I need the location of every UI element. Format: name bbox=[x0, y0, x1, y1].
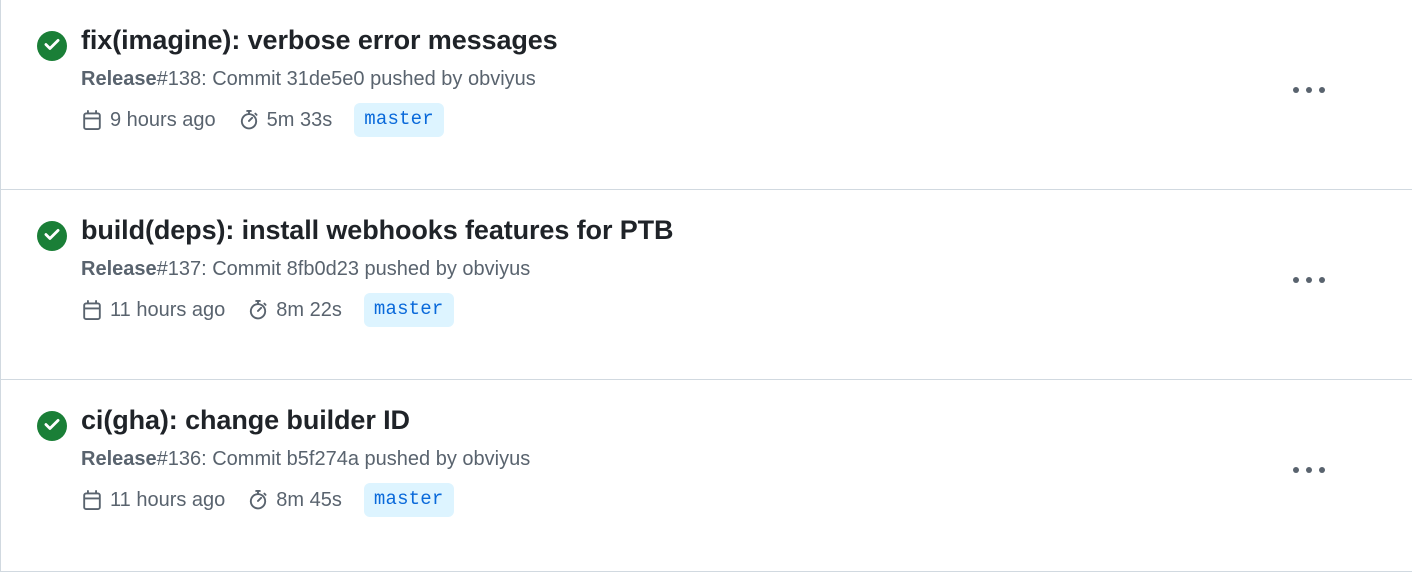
run-stats: 11 hours ago 8m 45s master bbox=[81, 483, 1388, 517]
run-title[interactable]: ci(gha): change builder ID bbox=[81, 402, 1388, 438]
run-stats: 11 hours ago 8m 22s master bbox=[81, 293, 1388, 327]
calendar-icon bbox=[81, 489, 103, 511]
run-meta: Release#137: Commit 8fb0d23 pushed by ob… bbox=[81, 256, 1388, 283]
run-time-ago: 9 hours ago bbox=[81, 107, 216, 133]
run-title[interactable]: fix(imagine): verbose error messages bbox=[81, 22, 1388, 58]
run-duration: 8m 45s bbox=[247, 487, 342, 513]
run-meta-detail: #138: Commit 31de5e0 pushed by obviyus bbox=[156, 68, 536, 90]
run-body: ci(gha): change builder ID Release#136: … bbox=[81, 402, 1388, 517]
kebab-horizontal-icon bbox=[1293, 87, 1325, 93]
run-workflow-name: Release bbox=[81, 68, 157, 90]
run-duration-text: 8m 22s bbox=[276, 299, 342, 321]
check-circle-fill-icon bbox=[37, 221, 67, 251]
workflow-run-row[interactable]: build(deps): install webhooks features f… bbox=[1, 190, 1412, 380]
run-time-ago-text: 11 hours ago bbox=[110, 489, 226, 511]
stopwatch-icon bbox=[247, 299, 269, 321]
run-meta: Release#138: Commit 31de5e0 pushed by ob… bbox=[81, 66, 1388, 93]
run-duration-text: 8m 45s bbox=[276, 489, 342, 511]
workflow-run-row[interactable]: ci(gha): change builder ID Release#136: … bbox=[1, 380, 1412, 571]
run-options-button[interactable] bbox=[1286, 450, 1332, 490]
run-time-ago: 11 hours ago bbox=[81, 487, 225, 513]
run-time-ago-text: 11 hours ago bbox=[110, 299, 226, 321]
run-meta-detail: #137: Commit 8fb0d23 pushed by obviyus bbox=[156, 258, 531, 280]
stopwatch-icon bbox=[238, 109, 260, 131]
kebab-horizontal-icon bbox=[1293, 277, 1325, 283]
run-time-ago-text: 9 hours ago bbox=[110, 109, 216, 131]
run-duration: 8m 22s bbox=[247, 297, 342, 323]
calendar-icon bbox=[81, 109, 103, 131]
check-circle-fill-icon bbox=[37, 31, 67, 61]
run-stats: 9 hours ago 5m 33s master bbox=[81, 103, 1388, 137]
kebab-horizontal-icon bbox=[1293, 467, 1325, 473]
run-body: build(deps): install webhooks features f… bbox=[81, 212, 1388, 327]
branch-badge[interactable]: master bbox=[354, 103, 444, 137]
run-meta-detail: #136: Commit b5f274a pushed by obviyus bbox=[156, 448, 531, 470]
run-options-button[interactable] bbox=[1286, 70, 1332, 110]
branch-badge[interactable]: master bbox=[363, 293, 454, 327]
run-duration: 5m 33s bbox=[238, 107, 333, 133]
check-circle-fill-icon bbox=[37, 411, 67, 441]
stopwatch-icon bbox=[247, 489, 269, 511]
run-workflow-name: Release bbox=[81, 258, 157, 280]
run-workflow-name: Release bbox=[81, 448, 157, 470]
run-title[interactable]: build(deps): install webhooks features f… bbox=[81, 212, 1388, 248]
calendar-icon bbox=[81, 299, 103, 321]
workflow-run-row[interactable]: fix(imagine): verbose error messages Rel… bbox=[1, 0, 1412, 190]
run-options-button[interactable] bbox=[1286, 260, 1332, 300]
run-duration-text: 5m 33s bbox=[266, 109, 333, 131]
branch-badge[interactable]: master bbox=[363, 483, 454, 517]
run-body: fix(imagine): verbose error messages Rel… bbox=[81, 22, 1388, 137]
run-meta: Release#136: Commit b5f274a pushed by ob… bbox=[81, 446, 1388, 473]
workflow-runs-list: fix(imagine): verbose error messages Rel… bbox=[0, 0, 1412, 572]
run-time-ago: 11 hours ago bbox=[81, 297, 225, 323]
